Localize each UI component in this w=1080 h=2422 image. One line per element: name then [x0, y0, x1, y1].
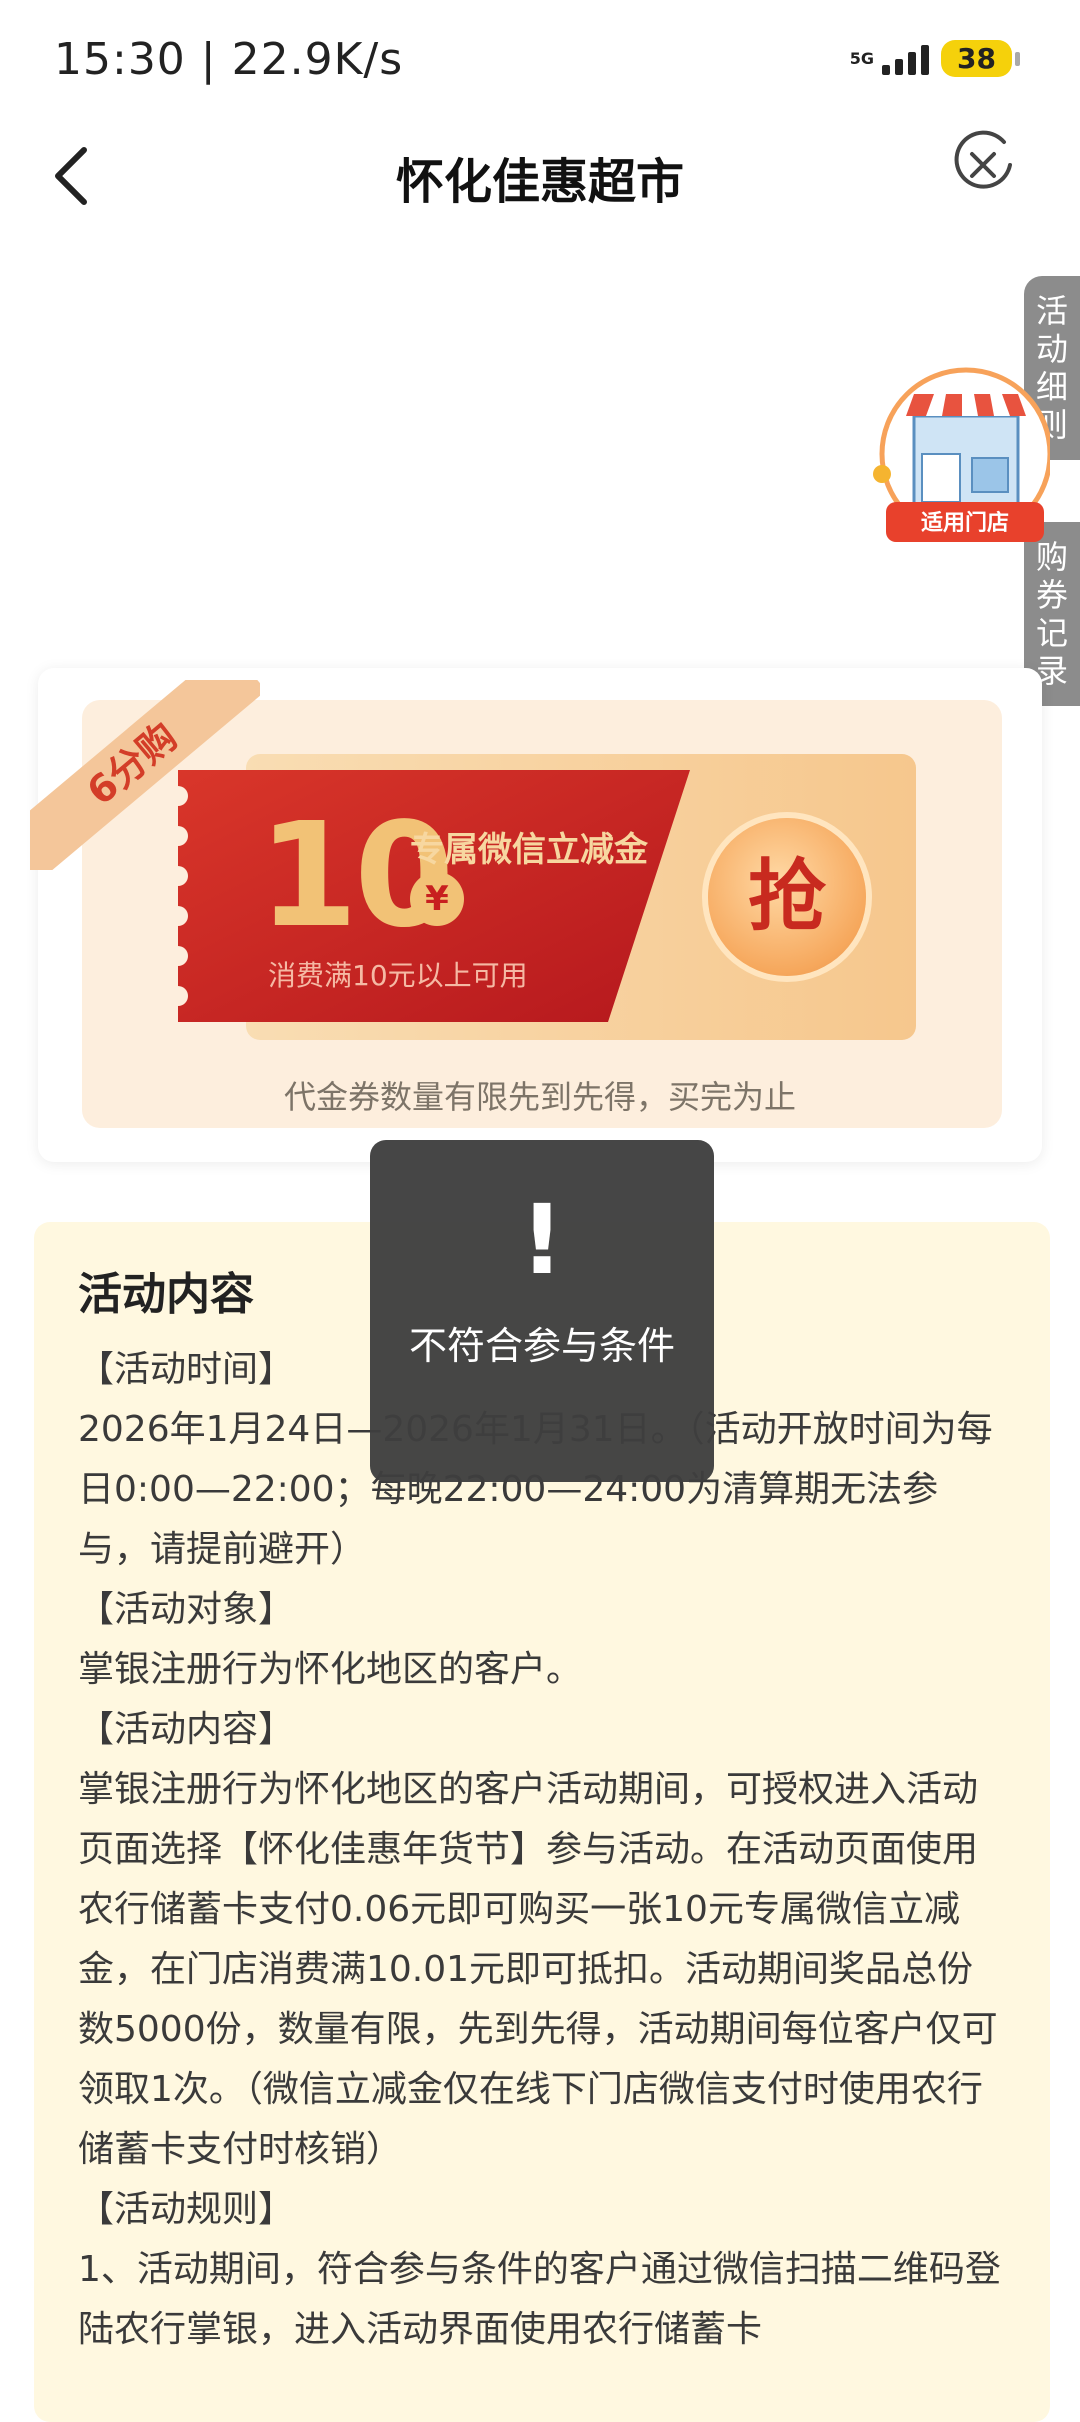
grab-coupon-button[interactable]: 抢	[708, 818, 866, 976]
activity-paragraph: 【活动规则】	[78, 2189, 295, 2230]
close-icon[interactable]	[946, 128, 1020, 202]
error-toast: ! 不符合参与条件	[370, 1140, 714, 1482]
ribbon-text: 6分购	[78, 714, 186, 814]
activity-paragraph: 【活动对象】	[78, 1589, 295, 1630]
activity-paragraph: 掌银注册行为怀化地区的客户活动期间，可授权进入活动页面选择【怀化佳惠年货节】参与…	[78, 1769, 998, 2170]
coupon-name: 专属微信立减金	[410, 830, 648, 870]
page-title: 怀化佳惠超市	[395, 154, 684, 210]
activity-body: 【活动时间】 2026年1月24日—2026年1月31日。（活动开放时间为每日0…	[78, 1340, 1008, 2360]
ribbon-badge: 6分购	[30, 680, 260, 870]
battery-icon: 38	[941, 40, 1020, 77]
coupon-note: 代金券数量有限先到先得，买完为止	[283, 1078, 796, 1116]
network-type: 5G	[849, 48, 875, 68]
yen-icon: ¥	[410, 872, 464, 926]
purchase-records-label: 购券记录	[1035, 538, 1068, 690]
coupon-condition: 消费满10元以上可用	[268, 959, 528, 992]
signal-icon	[882, 43, 930, 75]
exclamation-icon: !	[520, 1184, 564, 1296]
status-bar: 15:30 | 22.9K/s 5G 38	[0, 0, 1080, 120]
activity-title: 活动内容	[78, 1269, 254, 1320]
status-time: 15:30 | 22.9K/s	[54, 34, 404, 85]
navigation-bar: 怀化佳惠超市	[0, 120, 1080, 230]
applicable-stores-button[interactable]: 适用门店	[870, 362, 1050, 552]
store-badge-label: 适用门店	[921, 510, 1009, 536]
activity-paragraph: 掌银注册行为怀化地区的客户。	[78, 1649, 583, 1690]
toast-message: 不符合参与条件	[408, 1324, 675, 1368]
activity-paragraph: 【活动内容】	[78, 1709, 295, 1750]
activity-paragraph: 1、活动期间，符合参与条件的客户通过微信扫描二维码登陆农行掌银，进入活动界面使用…	[78, 2249, 1001, 2350]
status-indicators: 5G 38	[849, 40, 1020, 77]
